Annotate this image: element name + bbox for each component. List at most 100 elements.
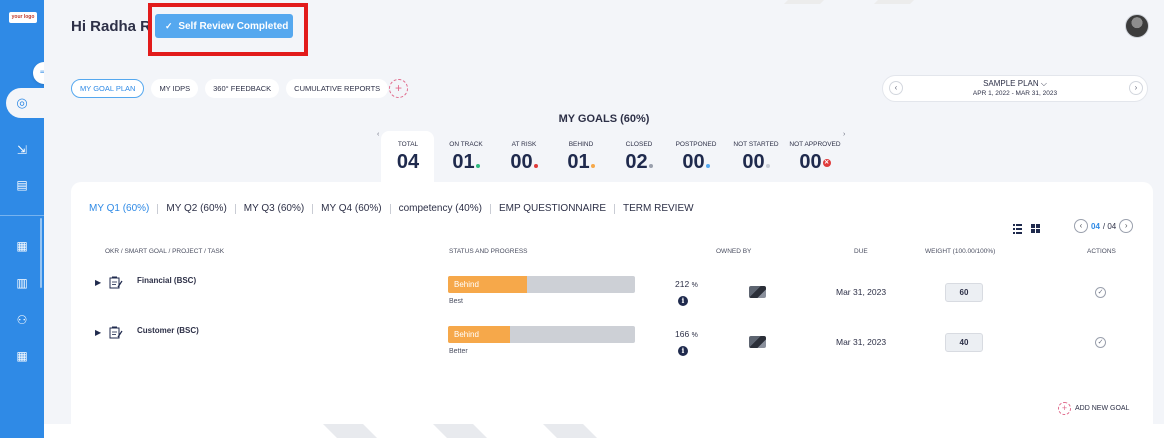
- tab-my-goal-plan[interactable]: MY GOAL PLAN: [71, 79, 145, 98]
- self-review-label: Self Review Completed: [178, 21, 289, 32]
- stat-closed[interactable]: CLOSED 02: [621, 141, 657, 174]
- goal-title[interactable]: Customer (BSC): [137, 326, 199, 335]
- stat-total[interactable]: TOTAL 04: [395, 141, 421, 174]
- tab-q3[interactable]: MY Q3 (60%): [236, 203, 312, 214]
- quarter-tabs: MY Q1 (60%) MY Q2 (60%) MY Q3 (60%) MY Q…: [89, 203, 702, 214]
- weight-field[interactable]: 60: [945, 283, 983, 302]
- due-date: Mar 31, 2023: [836, 287, 887, 297]
- goal-title[interactable]: Financial (BSC): [137, 276, 196, 285]
- stats-prev-arrow[interactable]: ‹: [377, 131, 379, 138]
- owner-avatar[interactable]: [749, 336, 766, 348]
- chart-icon[interactable]: ▦: [0, 236, 44, 256]
- hierarchy-icon[interactable]: ⇲: [0, 140, 44, 160]
- due-date: Mar 31, 2023: [836, 337, 887, 347]
- weight-field[interactable]: 40: [945, 333, 983, 352]
- report-icon[interactable]: ▦: [0, 346, 44, 366]
- status-sub-label: Better: [449, 348, 468, 355]
- info-icon[interactable]: i: [678, 346, 688, 356]
- tab-q1[interactable]: MY Q1 (60%): [89, 203, 157, 214]
- tab-term-review[interactable]: TERM REVIEW: [615, 203, 702, 214]
- status-label: Behind: [454, 280, 479, 289]
- stat-at-risk[interactable]: AT RISK 00: [506, 141, 542, 174]
- view-toggle: [1013, 221, 1043, 239]
- pager: ‹ 04 / 04 ›: [1074, 219, 1134, 233]
- stats-next-arrow[interactable]: ›: [843, 131, 845, 138]
- plan-selector[interactable]: ‹ SAMPLE PLAN ⌵ APR 1, 2022 - MAR 31, 20…: [882, 75, 1148, 102]
- status-sub-label: Best: [449, 298, 464, 305]
- progress-bar: Behind: [448, 276, 635, 293]
- main-content: Hi Radha R ✓ Self Review Completed MY GO…: [44, 0, 1164, 438]
- sidebar-divider: [0, 215, 44, 216]
- add-new-goal-label: ADD NEW GOAL: [1075, 405, 1130, 412]
- plan-dates: APR 1, 2022 - MAR 31, 2023: [972, 90, 1058, 97]
- goals-card: MY Q1 (60%) MY Q2 (60%) MY Q3 (60%) MY Q…: [71, 182, 1153, 432]
- add-new-goal-button[interactable]: + ADD NEW GOAL: [1058, 402, 1129, 415]
- stat-on-track[interactable]: ON TRACK 01: [447, 141, 485, 174]
- tab-q2[interactable]: MY Q2 (60%): [158, 203, 234, 214]
- plan-next-button[interactable]: ›: [1129, 81, 1143, 95]
- stat-label: NOT APPROVED: [789, 141, 841, 148]
- stat-behind[interactable]: BEHIND 01: [563, 141, 599, 174]
- pager-current: 04: [1091, 221, 1100, 231]
- check-icon: ✓: [165, 21, 173, 31]
- tab-cumulative-reports[interactable]: CUMULATIVE REPORTS: [286, 79, 389, 98]
- goal-clipboard-icon: [109, 276, 123, 289]
- tab-emp-questionnaire[interactable]: EMP QUESTIONNAIRE: [491, 203, 614, 214]
- list-view-icon[interactable]: [1013, 224, 1043, 234]
- close-icon: ✕: [822, 158, 831, 167]
- tab-360-feedback[interactable]: 360° FEEDBACK: [205, 79, 280, 98]
- info-icon[interactable]: i: [678, 296, 688, 306]
- add-tab-button[interactable]: +: [389, 79, 408, 98]
- tab-my-idps[interactable]: MY IDPS: [151, 79, 199, 98]
- status-dot: [475, 164, 480, 168]
- company-logo: your logo: [9, 12, 37, 23]
- pager-next-button[interactable]: ›: [1119, 219, 1134, 233]
- expand-caret-icon[interactable]: ▶: [95, 278, 101, 287]
- sidebar-item-goals[interactable]: ◎: [6, 88, 44, 118]
- decorative-chevron: [784, 0, 824, 4]
- stat-value: 00: [506, 151, 542, 174]
- stat-value: 00 ✕: [799, 151, 831, 173]
- expand-caret-icon[interactable]: ▶: [95, 328, 101, 337]
- stat-label: BEHIND: [568, 141, 594, 148]
- column-header-due: DUE: [854, 248, 868, 255]
- column-header-owner: OWNED BY: [716, 248, 752, 255]
- stat-postponed[interactable]: POSTPONED 00: [673, 141, 719, 174]
- stat-value: 01: [563, 151, 599, 174]
- check-circle-icon[interactable]: ✓: [1095, 337, 1106, 348]
- tab-competency[interactable]: competency (40%): [391, 203, 490, 214]
- status-dot: [648, 164, 653, 168]
- stat-not-approved[interactable]: NOT APPROVED 00 ✕: [787, 141, 843, 174]
- stat-label: TOTAL: [397, 141, 419, 148]
- column-header-actions: ACTIONS: [1087, 248, 1116, 255]
- status-dot: [705, 164, 710, 168]
- bottom-strip: [44, 424, 1166, 438]
- plan-name[interactable]: SAMPLE PLAN ⌵: [883, 79, 1147, 89]
- book-icon[interactable]: ▥: [0, 273, 44, 293]
- column-header-status: STATUS AND PROGRESS: [449, 248, 528, 255]
- goal-clipboard-icon: [109, 326, 123, 339]
- stat-value: 04: [396, 151, 420, 173]
- progress-percent: 166 %: [675, 329, 698, 339]
- status-dot: [533, 164, 538, 168]
- progress-bar: Behind: [448, 326, 635, 343]
- check-circle-icon[interactable]: ✓: [1095, 287, 1106, 298]
- progress-percent: 212 %: [675, 279, 698, 289]
- stat-not-started[interactable]: NOT STARTED 00: [732, 141, 780, 174]
- document-icon[interactable]: ▤: [0, 175, 44, 195]
- top-tabs: MY GOAL PLAN MY IDPS 360° FEEDBACK CUMUL…: [71, 79, 389, 99]
- greeting-title: Hi Radha R: [71, 18, 152, 35]
- owner-avatar[interactable]: [749, 286, 766, 298]
- stat-label: ON TRACK: [449, 141, 483, 148]
- stat-label: POSTPONED: [675, 141, 717, 148]
- stat-value: 01: [447, 151, 485, 174]
- pager-prev-button[interactable]: ‹: [1074, 219, 1088, 233]
- self-review-completed-button[interactable]: ✓ Self Review Completed: [155, 14, 293, 38]
- status-dot: [765, 164, 770, 168]
- people-icon[interactable]: ⚇: [0, 310, 44, 330]
- stat-value: 00: [673, 151, 719, 174]
- tab-q4[interactable]: MY Q4 (60%): [313, 203, 389, 214]
- goals-title: MY GOALS (60%): [558, 113, 650, 125]
- app-window: your logo ◎ ⇲ ▤ ▦ ▥ ⚇ ▦ ⇒ Hi Radha R ✓ S…: [0, 0, 1166, 438]
- user-avatar[interactable]: [1125, 14, 1149, 38]
